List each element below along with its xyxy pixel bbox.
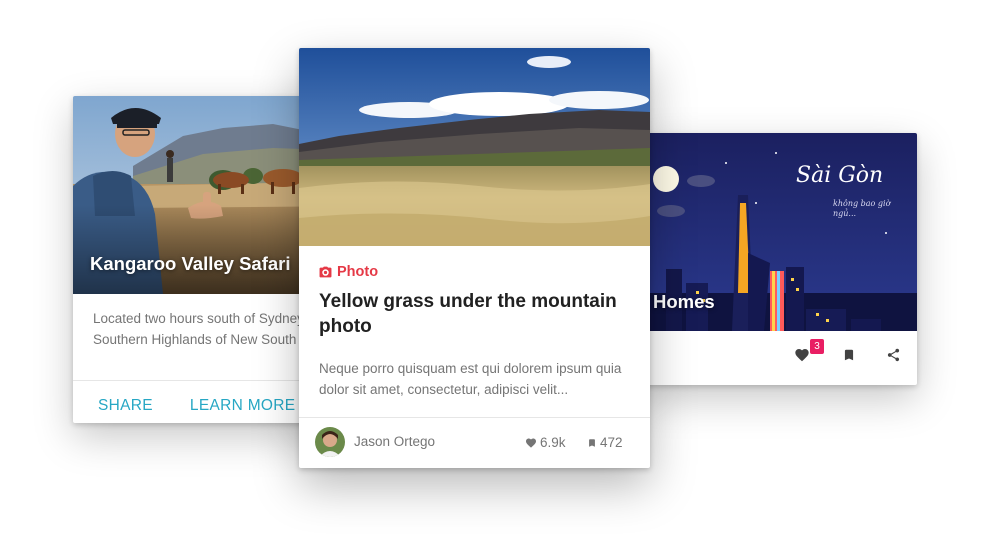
share-icon[interactable] <box>886 347 906 367</box>
card-title: Homes <box>653 291 715 312</box>
saigon-script-title: Sài Gòn <box>796 163 884 188</box>
category-label: Photo <box>319 264 378 280</box>
author-name[interactable]: Jason Ortego <box>354 434 435 449</box>
learn-more-button[interactable]: LEARN MORE <box>190 397 296 415</box>
saigon-homes-card: Sài Gòn không bao giờ ngủ... Homes 3 <box>636 133 917 385</box>
card-title: Kangaroo Valley Safari <box>90 253 291 274</box>
bookmark-icon <box>589 438 595 447</box>
share-button[interactable]: SHARE <box>98 397 153 415</box>
yellow-grass-card: Photo Yellow grass under the mountain ph… <box>299 48 650 468</box>
card-title[interactable]: Yellow grass under the mountain photo <box>319 289 634 339</box>
bookmarks-count: 472 <box>600 435 623 450</box>
yellow-grass-image <box>299 48 650 246</box>
card-footer: Jason Ortego 6.9k 472 <box>299 418 650 468</box>
stage: Kangaroo Valley Safari Located two hours… <box>0 0 1007 557</box>
heart-icon <box>526 438 536 448</box>
camera-icon <box>319 266 332 278</box>
bookmarks-stat[interactable]: 472 <box>587 435 623 450</box>
likes-stat[interactable]: 6.9k <box>525 435 566 450</box>
likes-count: 6.9k <box>540 435 566 450</box>
like-count-badge: 3 <box>810 339 824 354</box>
card-excerpt: Neque porro quisquam est qui dolorem ips… <box>319 361 622 397</box>
avatar[interactable] <box>315 427 345 457</box>
saigon-script-subtitle: không bao giờ ngủ... <box>833 199 891 218</box>
saigon-skyline-image: Sài Gòn không bao giờ ngủ... Homes <box>636 133 917 331</box>
bookmark-icon[interactable] <box>842 347 862 367</box>
card-actions: 3 <box>636 331 917 385</box>
category-text: Photo <box>337 264 379 280</box>
